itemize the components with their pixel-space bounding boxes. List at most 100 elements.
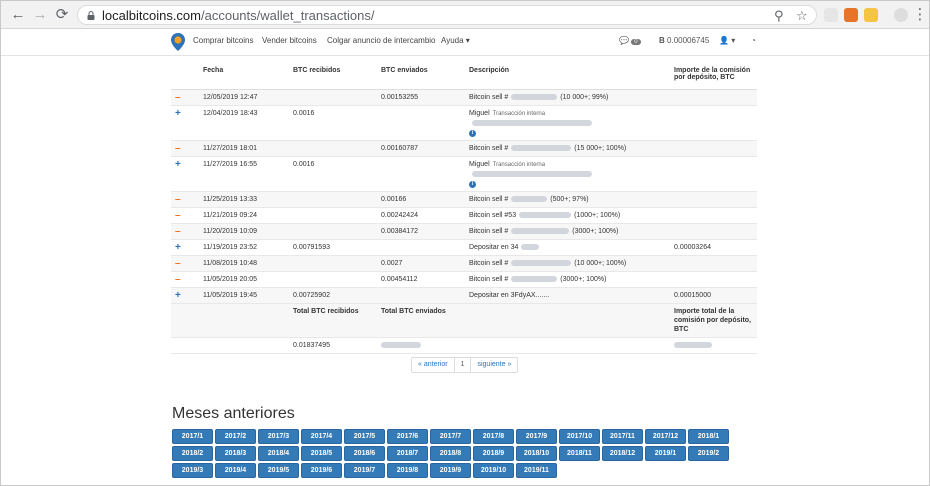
month-button[interactable]: 2018/9 (473, 446, 514, 461)
wallet-extension-icon[interactable] (864, 8, 878, 22)
user-menu-button[interactable]: 👤 ▾ (719, 36, 735, 45)
month-button[interactable]: 2017/11 (602, 429, 643, 444)
balance-link[interactable]: B 0.00006745 (659, 36, 709, 45)
month-button[interactable]: 2017/4 (301, 429, 342, 444)
month-button[interactable]: 2019/5 (258, 463, 299, 478)
month-button[interactable]: 2019/6 (301, 463, 342, 478)
cell-fee (670, 223, 757, 240)
month-button[interactable]: 2018/10 (516, 446, 557, 461)
plus-sign-icon: + (171, 239, 199, 256)
month-button[interactable]: 2017/5 (344, 429, 385, 444)
description-text[interactable]: Bitcoin sell # (469, 196, 508, 203)
cell-fee (670, 191, 757, 208)
month-button[interactable]: 2017/8 (473, 429, 514, 444)
month-button[interactable]: 2018/8 (430, 446, 471, 461)
description-text[interactable]: Miguel (469, 161, 490, 168)
month-button[interactable]: 2017/10 (559, 429, 600, 444)
nav-sell-bitcoins[interactable]: Vender bitcoins (262, 36, 317, 45)
reload-icon[interactable]: ⟳ (53, 6, 71, 24)
cell-sent (377, 239, 465, 256)
description-text[interactable]: Depositar en 3FdyAX....... (469, 292, 549, 299)
month-button[interactable]: 2017/2 (215, 429, 256, 444)
month-button[interactable]: 2019/9 (430, 463, 471, 478)
nav-help[interactable]: Ayuda ▾ (441, 36, 470, 45)
bookmark-star-icon[interactable]: ☆ (796, 8, 808, 24)
pager-next[interactable]: siguiente » (471, 358, 517, 372)
extension-icon[interactable] (824, 8, 838, 22)
menu-kebab-icon[interactable]: ⋮ (911, 6, 929, 24)
description-text[interactable]: Bitcoin sell # (469, 228, 508, 235)
month-button[interactable]: 2017/12 (645, 429, 686, 444)
profile-avatar-icon[interactable] (894, 8, 908, 22)
forward-arrow-icon[interactable]: → (31, 6, 49, 24)
nav-buy-bitcoins[interactable]: Comprar bitcoins (193, 36, 253, 45)
month-button[interactable]: 2017/3 (258, 429, 299, 444)
zoom-icon[interactable]: ⚲ (774, 8, 784, 24)
month-button[interactable]: 2017/7 (430, 429, 471, 444)
month-button[interactable]: 2019/10 (473, 463, 514, 478)
messages-button[interactable]: 💬 0 (619, 36, 641, 45)
address-bar[interactable]: localbitcoins.com/accounts/wallet_transa… (77, 5, 817, 25)
description-text[interactable]: Miguel (469, 110, 490, 117)
cell-description: Bitcoin sell # (500+; 97%) (465, 191, 670, 208)
pager-prev[interactable]: « anterior (412, 358, 455, 372)
minus-sign-icon: – (171, 140, 199, 157)
month-button[interactable]: 2017/1 (172, 429, 213, 444)
info-icon[interactable]: i (469, 180, 476, 188)
redacted-text (472, 119, 592, 126)
pagination: « anterior 1 siguiente » (411, 357, 519, 373)
month-button[interactable]: 2018/1 (688, 429, 729, 444)
month-button[interactable]: 2019/3 (172, 463, 213, 478)
lock-icon (87, 11, 95, 20)
nav-post-trade[interactable]: Colgar anuncio de intercambio (327, 36, 436, 45)
month-button[interactable]: 2019/8 (387, 463, 428, 478)
month-button[interactable]: 2019/4 (215, 463, 256, 478)
empty-cell (199, 303, 289, 338)
month-button[interactable]: 2019/7 (344, 463, 385, 478)
internal-transaction-label: Transacción interna (492, 110, 546, 117)
pager-current-page[interactable]: 1 (455, 358, 472, 372)
cell-received (289, 271, 377, 288)
month-button[interactable]: 2017/6 (387, 429, 428, 444)
description-text[interactable]: Depositar en 34 (469, 244, 518, 251)
cell-received: 0.00725902 (289, 287, 377, 304)
month-button[interactable]: 2018/4 (258, 446, 299, 461)
totals-header-row: Total BTC recibidos Total BTC enviados Imp… (171, 303, 757, 338)
cell-date: 11/27/2019 16:55 (199, 156, 289, 192)
description-tail: (3000+; 100%) (560, 275, 607, 283)
month-button[interactable]: 2018/7 (387, 446, 428, 461)
cell-description: Depositar en 3FdyAX....... (465, 287, 670, 304)
month-button[interactable]: 2019/11 (516, 463, 557, 478)
localbitcoins-logo-icon[interactable] (171, 33, 185, 51)
month-button[interactable]: 2018/6 (344, 446, 385, 461)
cell-description: Bitcoin sell # (10 000+; 100%) (465, 255, 670, 272)
minus-sign-icon: – (171, 255, 199, 272)
description-text[interactable]: Bitcoin sell #53 (469, 212, 516, 219)
description-text[interactable]: Bitcoin sell # (469, 145, 508, 152)
cell-sent: 0.00166 (377, 191, 465, 208)
minus-sign-icon: – (171, 191, 199, 208)
info-icon[interactable]: i (469, 129, 476, 137)
month-button[interactable]: 2018/12 (602, 446, 643, 461)
cell-description: Bitcoin sell #53 (1000+; 100%) (465, 207, 670, 224)
redacted-text (674, 341, 712, 348)
redacted-text (521, 243, 540, 250)
bitcoin-b-icon: B (659, 36, 665, 45)
dashboard-icon[interactable]: ◔ (751, 36, 756, 45)
fox-extension-icon[interactable] (844, 8, 858, 22)
description-text[interactable]: Bitcoin sell # (469, 260, 508, 267)
month-button[interactable]: 2019/1 (645, 446, 686, 461)
description-text[interactable]: Bitcoin sell # (469, 94, 508, 101)
cell-description: Bitcoin sell # (3000+; 100%) (465, 223, 670, 240)
month-button[interactable]: 2017/9 (516, 429, 557, 444)
month-button[interactable]: 2019/2 (688, 446, 729, 461)
table-row: +11/27/2019 16:55 0.0016 Miguel Transacción… (171, 156, 757, 192)
back-arrow-icon[interactable]: ← (9, 6, 27, 24)
minus-sign-icon: – (171, 271, 199, 288)
month-button[interactable]: 2018/5 (301, 446, 342, 461)
month-button[interactable]: 2018/11 (559, 446, 600, 461)
description-text[interactable]: Bitcoin sell # (469, 276, 508, 283)
month-button[interactable]: 2018/3 (215, 446, 256, 461)
table-row: –11/05/2019 20:05 0.00454112 Bitcoin sell … (171, 271, 757, 288)
month-button[interactable]: 2018/2 (172, 446, 213, 461)
